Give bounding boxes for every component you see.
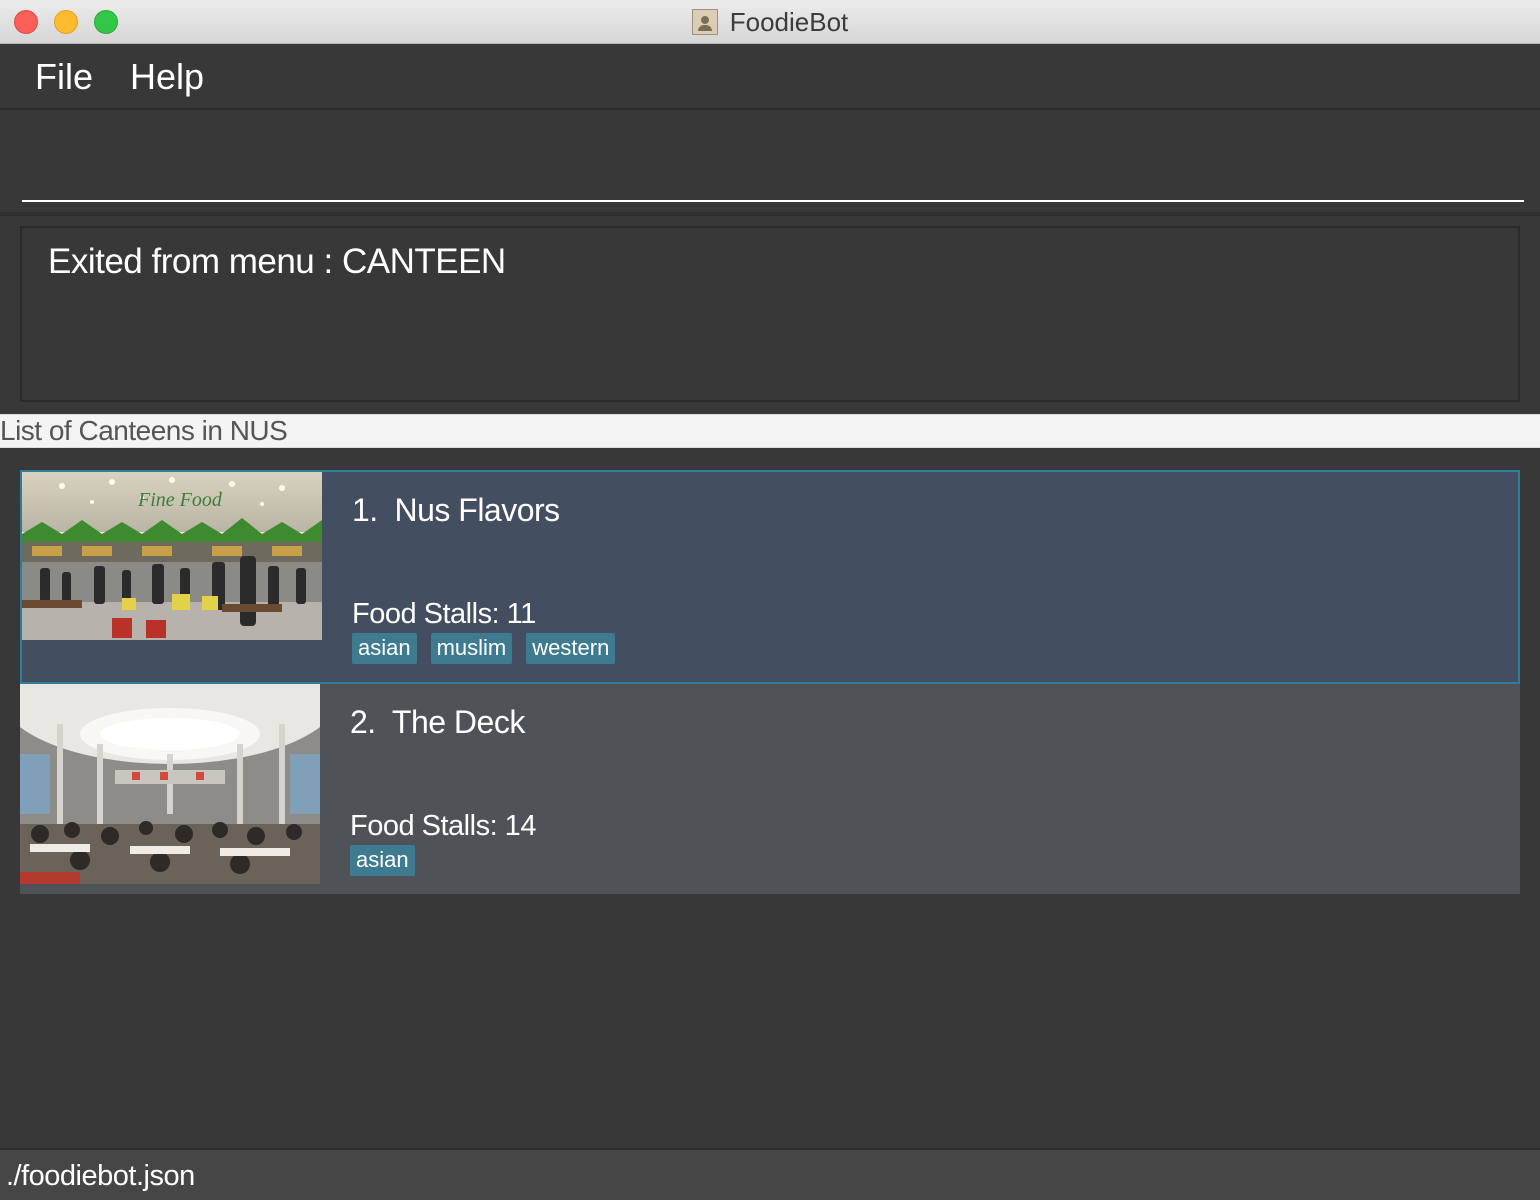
tag-list: asian bbox=[350, 845, 415, 876]
svg-text:Fine Food: Fine Food bbox=[137, 489, 223, 511]
window-titlebar: FoodieBot bbox=[0, 0, 1540, 44]
menu-bar: File Help bbox=[0, 44, 1540, 110]
window-title-text: FoodieBot bbox=[729, 6, 849, 37]
canteen-card[interactable]: Fine Food 1. Nus Flavors Food Stalls: 11… bbox=[20, 470, 1520, 684]
list-header-title: List of Canteens in NUS bbox=[0, 415, 288, 446]
tag-asian: asian bbox=[350, 845, 415, 876]
canteen-hall-photo bbox=[20, 684, 320, 884]
canteen-card[interactable]: 2. The Deck Food Stalls: 14 asian bbox=[20, 684, 1520, 894]
section-divider bbox=[0, 212, 1540, 216]
food-stalls-count: Food Stalls: 11 bbox=[352, 598, 536, 630]
canteen-name-text: Nus Flavors bbox=[394, 492, 560, 528]
command-box bbox=[0, 112, 1540, 212]
result-text: Exited from menu : CANTEEN bbox=[48, 242, 506, 281]
tag-asian: asian bbox=[352, 633, 417, 664]
canteen-name-text: The Deck bbox=[391, 704, 525, 740]
tag-list: asian muslim western bbox=[352, 633, 616, 664]
app-icon bbox=[691, 9, 718, 35]
food-stalls-count: Food Stalls: 14 bbox=[350, 810, 536, 842]
list-header: List of Canteens in NUS bbox=[0, 414, 1540, 448]
result-display: Exited from menu : CANTEEN bbox=[20, 226, 1520, 402]
canteen-name: 1. Nus Flavors bbox=[352, 492, 560, 529]
canteen-name: 2. The Deck bbox=[350, 704, 525, 741]
food-court-photo: Fine Food bbox=[22, 472, 322, 640]
canteen-index: 2. bbox=[350, 704, 376, 740]
menu-file[interactable]: File bbox=[35, 56, 93, 98]
status-bar: ./foodiebot.json bbox=[0, 1148, 1540, 1200]
command-input[interactable] bbox=[22, 132, 1524, 202]
menu-help[interactable]: Help bbox=[130, 56, 204, 98]
tag-muslim: muslim bbox=[430, 633, 513, 664]
save-file-path: ./foodiebot.json bbox=[6, 1160, 195, 1192]
tag-western: western bbox=[526, 633, 616, 664]
canteen-index: 1. bbox=[352, 492, 378, 528]
window-title: FoodieBot bbox=[0, 0, 1540, 44]
